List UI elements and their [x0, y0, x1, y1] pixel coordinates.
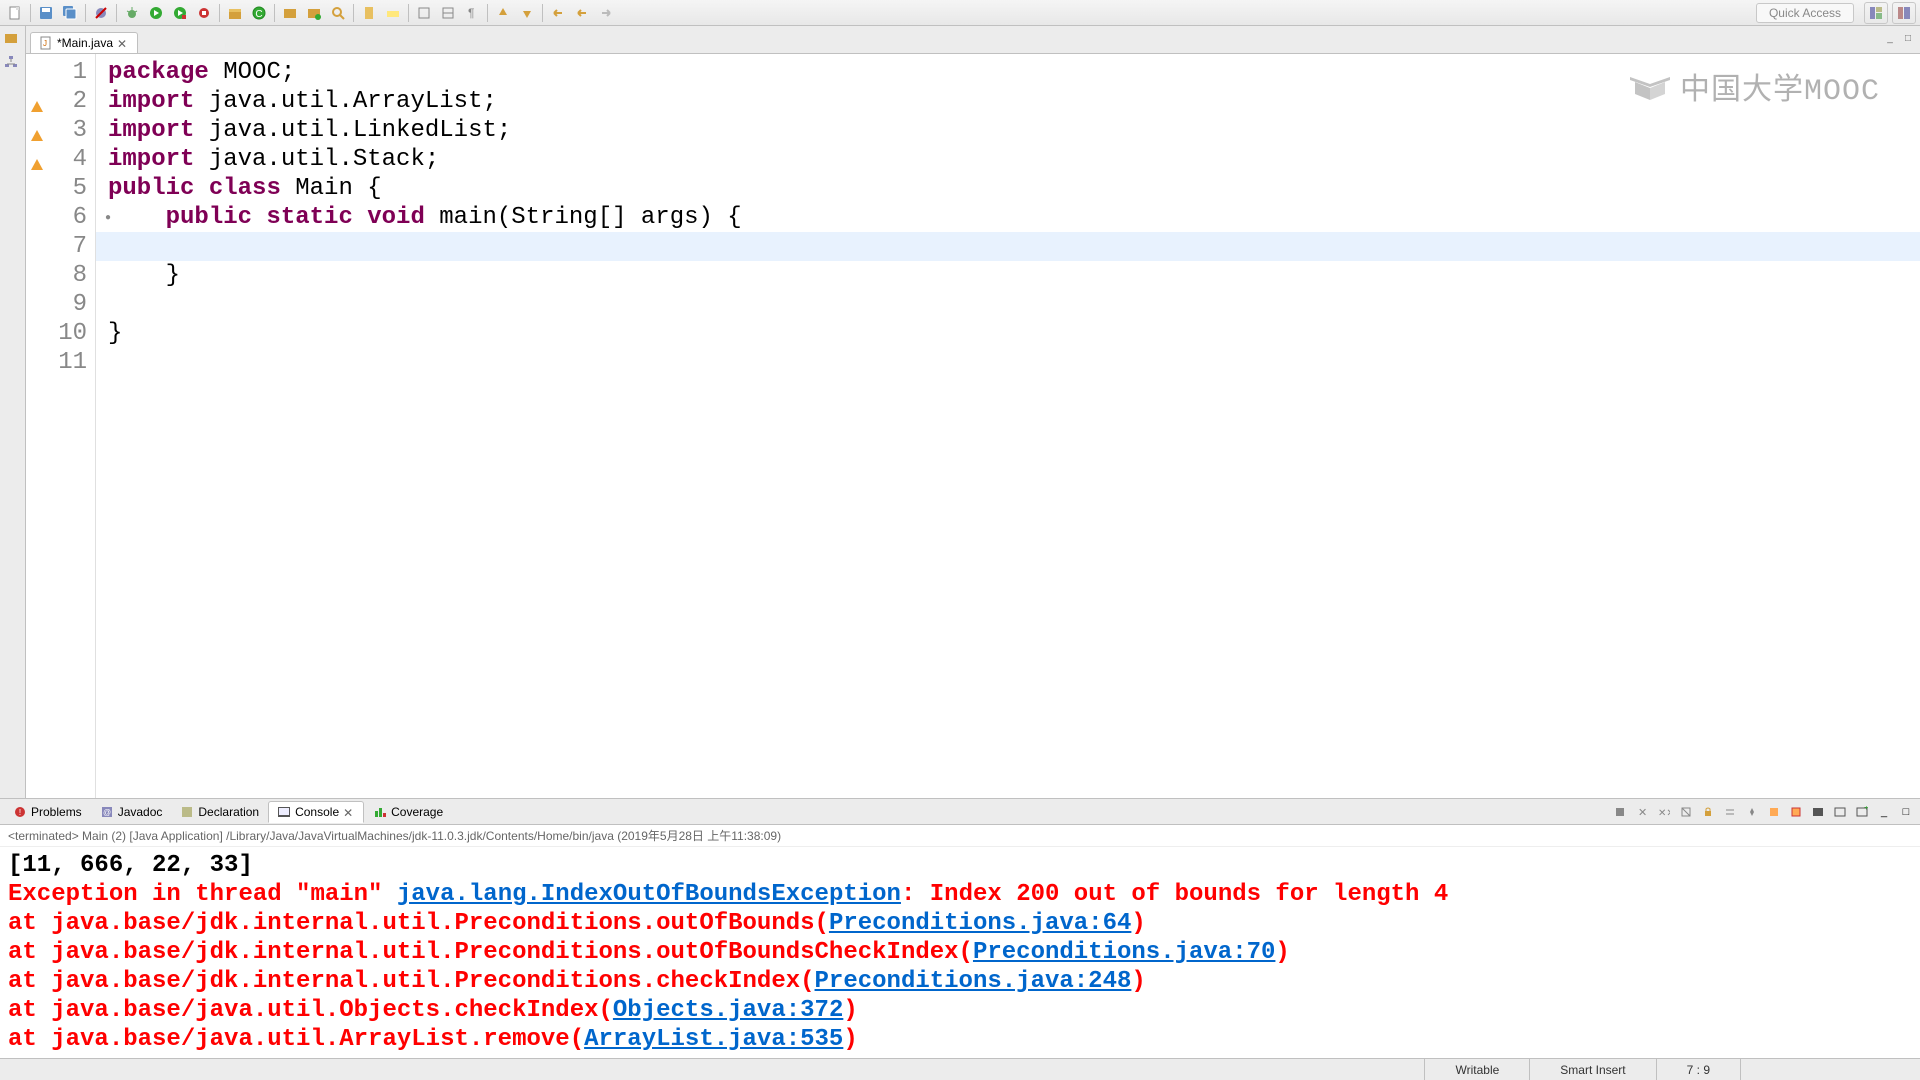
svg-text:J: J [43, 39, 47, 48]
javadoc-icon: @ [100, 805, 114, 819]
show-whitespace-button[interactable]: ¶ [461, 2, 483, 24]
watermark: 中国大学MOOC [1630, 64, 1880, 109]
line-gutter: 1 2 3 4 5 6● 7 8 9 10 11 [26, 54, 96, 798]
warning-icon [30, 124, 44, 138]
warning-icon [30, 153, 44, 167]
new-button[interactable] [4, 2, 26, 24]
coverage-icon [373, 805, 387, 819]
toggle-highlight-button[interactable] [382, 2, 404, 24]
status-insert-mode: Smart Insert [1529, 1059, 1655, 1080]
close-icon[interactable]: ✕ [117, 37, 129, 49]
main-toolbar: C ¶ Quick Access [0, 0, 1920, 26]
svg-text:!: ! [19, 808, 21, 817]
java-file-icon: J [39, 36, 53, 50]
new-console-button[interactable]: + [1852, 803, 1872, 821]
toggle-mark-button[interactable] [358, 2, 380, 24]
tab-declaration[interactable]: Declaration [171, 801, 268, 823]
console-header: <terminated> Main (2) [Java Application]… [0, 825, 1920, 847]
tab-coverage[interactable]: Coverage [364, 801, 452, 823]
declaration-icon [180, 805, 194, 819]
word-wrap-button[interactable] [1720, 803, 1740, 821]
stack-link[interactable]: Objects.java:372 [613, 997, 843, 1024]
next-annotation-button[interactable] [516, 2, 538, 24]
svg-text:¶: ¶ [468, 6, 474, 20]
search-button[interactable] [327, 2, 349, 24]
scroll-lock-button[interactable] [1698, 803, 1718, 821]
svg-text:+: + [1864, 806, 1868, 812]
console-icon [277, 805, 291, 819]
show-stderr-button[interactable] [1786, 803, 1806, 821]
run-button[interactable] [145, 2, 167, 24]
terminate-button[interactable] [1610, 803, 1630, 821]
left-rail [0, 26, 26, 798]
maximize-panel-button[interactable]: □ [1896, 803, 1916, 821]
tab-problems[interactable]: ! Problems [4, 801, 91, 823]
editor-body[interactable]: 1 2 3 4 5 6● 7 8 9 10 11 package MOOC; i… [26, 54, 1920, 798]
code-area[interactable]: package MOOC; import java.util.ArrayList… [96, 54, 1920, 798]
editor-tab-main[interactable]: J *Main.java ✕ [30, 32, 138, 53]
open-console-button[interactable] [1830, 803, 1850, 821]
open-task-button[interactable] [303, 2, 325, 24]
svg-text:@: @ [103, 808, 111, 817]
new-class-button[interactable]: C [248, 2, 270, 24]
warning-icon [30, 95, 44, 109]
bottom-tabs: ! Problems @ Javadoc Declaration Console… [0, 799, 1920, 825]
remove-all-button[interactable]: ✕✕ [1654, 803, 1674, 821]
save-all-button[interactable] [59, 2, 81, 24]
forward-button[interactable] [595, 2, 617, 24]
status-cursor-position: 7 : 9 [1656, 1059, 1740, 1080]
java-perspective-button[interactable] [1892, 2, 1916, 24]
exception-link[interactable]: java.lang.IndexOutOfBoundsException [397, 881, 901, 908]
display-console-button[interactable] [1808, 803, 1828, 821]
coverage-button[interactable] [169, 2, 191, 24]
stack-link[interactable]: Preconditions.java:248 [815, 968, 1132, 995]
stack-link[interactable]: Preconditions.java:70 [973, 939, 1275, 966]
console-output[interactable]: [11, 666, 22, 33] Exception in thread "m… [0, 847, 1920, 1058]
bottom-panel: ! Problems @ Javadoc Declaration Console… [0, 798, 1920, 1058]
mooc-logo-icon [1630, 72, 1670, 102]
svg-text:C: C [255, 9, 262, 20]
skip-breakpoints-button[interactable] [90, 2, 112, 24]
toggle-block-button[interactable] [413, 2, 435, 24]
open-type-button[interactable] [279, 2, 301, 24]
tab-javadoc[interactable]: @ Javadoc [91, 801, 172, 823]
console-toolbar: ✕ ✕✕ + _ □ [1610, 803, 1916, 821]
status-writable: Writable [1424, 1059, 1529, 1080]
maximize-editor-button[interactable]: □ [1900, 30, 1916, 46]
remove-launch-button[interactable]: ✕ [1632, 803, 1652, 821]
quick-access-input[interactable]: Quick Access [1756, 3, 1854, 23]
prev-annotation-button[interactable] [492, 2, 514, 24]
status-bar: Writable Smart Insert 7 : 9 [0, 1058, 1920, 1080]
clear-console-button[interactable] [1676, 803, 1696, 821]
tab-console[interactable]: Console ✕ [268, 801, 364, 823]
last-edit-button[interactable] [547, 2, 569, 24]
hierarchy-icon[interactable] [3, 54, 23, 74]
save-button[interactable] [35, 2, 57, 24]
editor-tab-label: *Main.java [57, 36, 113, 50]
problems-icon: ! [13, 805, 27, 819]
minimize-editor-button[interactable]: _ [1882, 30, 1898, 46]
new-package-button[interactable] [224, 2, 246, 24]
open-perspective-button[interactable] [1864, 2, 1888, 24]
show-stdout-button[interactable] [1764, 803, 1784, 821]
external-tools-button[interactable] [193, 2, 215, 24]
package-explorer-icon[interactable] [3, 30, 23, 50]
editor: J *Main.java ✕ _ □ 1 2 3 4 5 6● 7 8 9 10 [26, 26, 1920, 798]
close-icon[interactable]: ✕ [343, 806, 355, 818]
svg-text:✕✕: ✕✕ [1658, 808, 1670, 818]
main-area: J *Main.java ✕ _ □ 1 2 3 4 5 6● 7 8 9 10 [0, 26, 1920, 798]
stack-link[interactable]: Preconditions.java:64 [829, 910, 1131, 937]
debug-button[interactable] [121, 2, 143, 24]
pin-console-button[interactable] [1742, 803, 1762, 821]
editor-tabs: J *Main.java ✕ _ □ [26, 26, 1920, 54]
back-button[interactable] [571, 2, 593, 24]
minimize-panel-button[interactable]: _ [1874, 803, 1894, 821]
svg-text:✕: ✕ [1638, 807, 1647, 818]
toggle-wrap-button[interactable] [437, 2, 459, 24]
stack-link[interactable]: ArrayList.java:535 [584, 1026, 843, 1053]
